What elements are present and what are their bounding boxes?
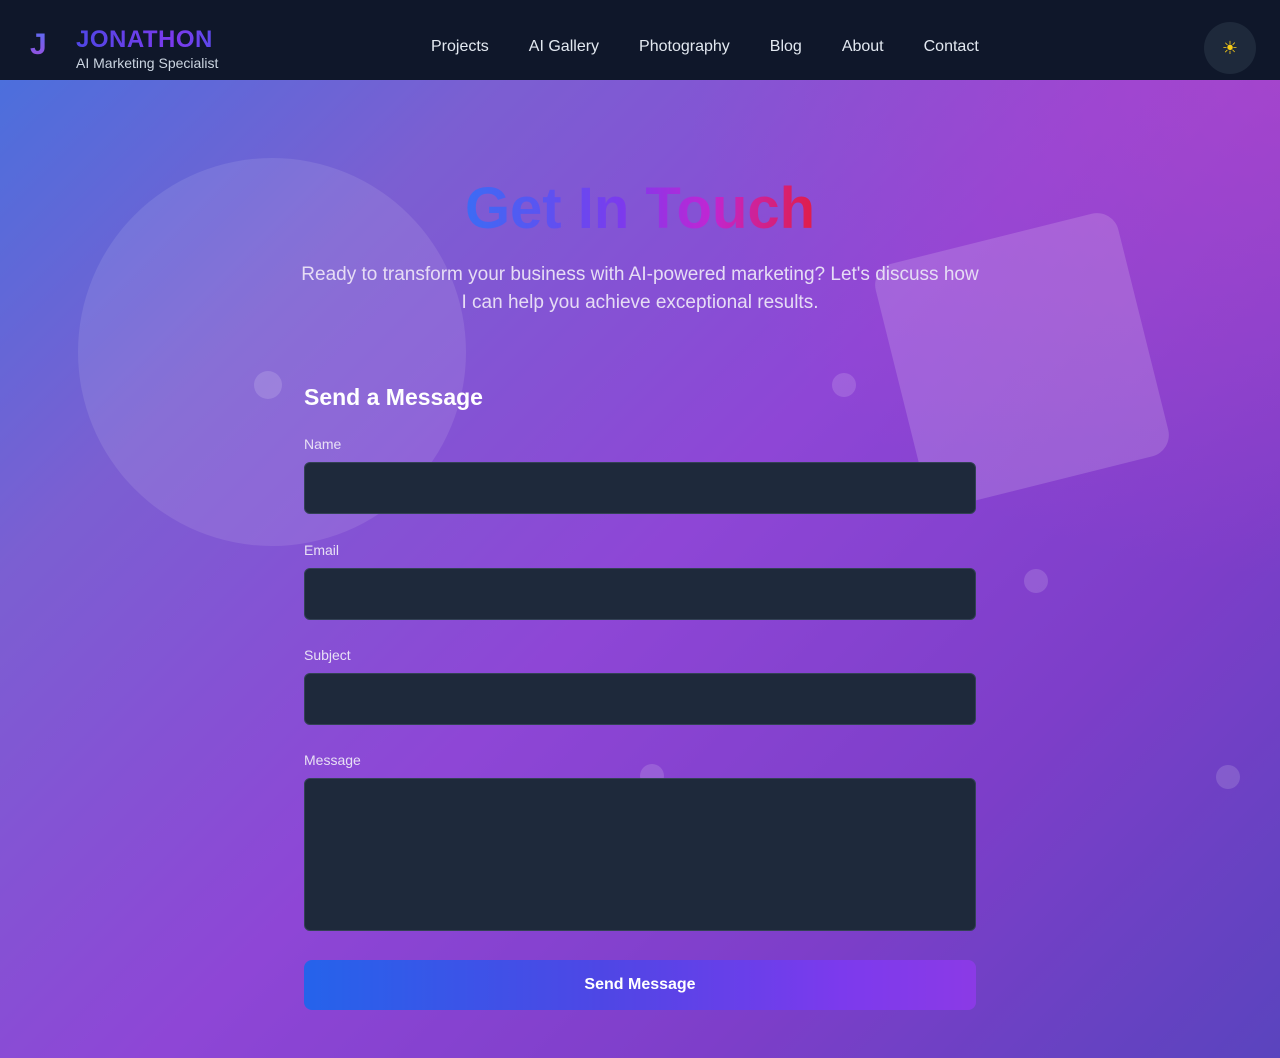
decorative-dot bbox=[1024, 569, 1048, 593]
nav-link-blog[interactable]: Blog bbox=[770, 37, 802, 57]
name-label: Name bbox=[304, 436, 342, 452]
contact-form: Send a Message Name Email Subject Messag… bbox=[304, 380, 976, 931]
email-label: Email bbox=[304, 542, 340, 558]
brand-logo-mark: J bbox=[30, 30, 50, 60]
decorative-dot bbox=[1216, 765, 1240, 789]
brand[interactable]: J JONATHON AI Marketing Specialist bbox=[30, 26, 218, 71]
top-navbar: J JONATHON AI Marketing Specialist Proje… bbox=[0, 0, 1280, 80]
nav-link-photography[interactable]: Photography bbox=[639, 37, 730, 57]
name-field[interactable] bbox=[304, 462, 976, 514]
brand-tagline: AI Marketing Specialist bbox=[76, 55, 219, 71]
brand-name: JONATHON bbox=[76, 26, 276, 54]
page-subtitle: Ready to transform your business with AI… bbox=[301, 264, 979, 313]
nav-links: Projects AI Gallery Photography Blog Abo… bbox=[431, 37, 979, 57]
nav-link-ai-gallery[interactable]: AI Gallery bbox=[529, 37, 599, 57]
nav-link-projects[interactable]: Projects bbox=[431, 37, 489, 57]
subject-label: Subject bbox=[304, 647, 351, 663]
send-message-button[interactable]: Send Message bbox=[304, 960, 976, 1010]
message-label: Message bbox=[304, 752, 361, 768]
contact-section: Get In Touch Ready to transform your bus… bbox=[0, 80, 1280, 1058]
theme-toggle-button[interactable]: ☀ bbox=[1204, 22, 1256, 74]
sun-icon: ☀ bbox=[1221, 37, 1239, 58]
form-heading: Send a Message bbox=[304, 384, 483, 410]
nav-link-about[interactable]: About bbox=[842, 37, 884, 57]
subject-field[interactable] bbox=[304, 673, 976, 725]
message-field[interactable] bbox=[304, 778, 976, 931]
email-field[interactable] bbox=[304, 568, 976, 620]
nav-link-contact[interactable]: Contact bbox=[924, 37, 979, 57]
page-title: Get In Touch bbox=[464, 176, 816, 241]
decorative-dot bbox=[254, 371, 282, 399]
brand-text: JONATHON AI Marketing Specialist bbox=[76, 26, 276, 72]
